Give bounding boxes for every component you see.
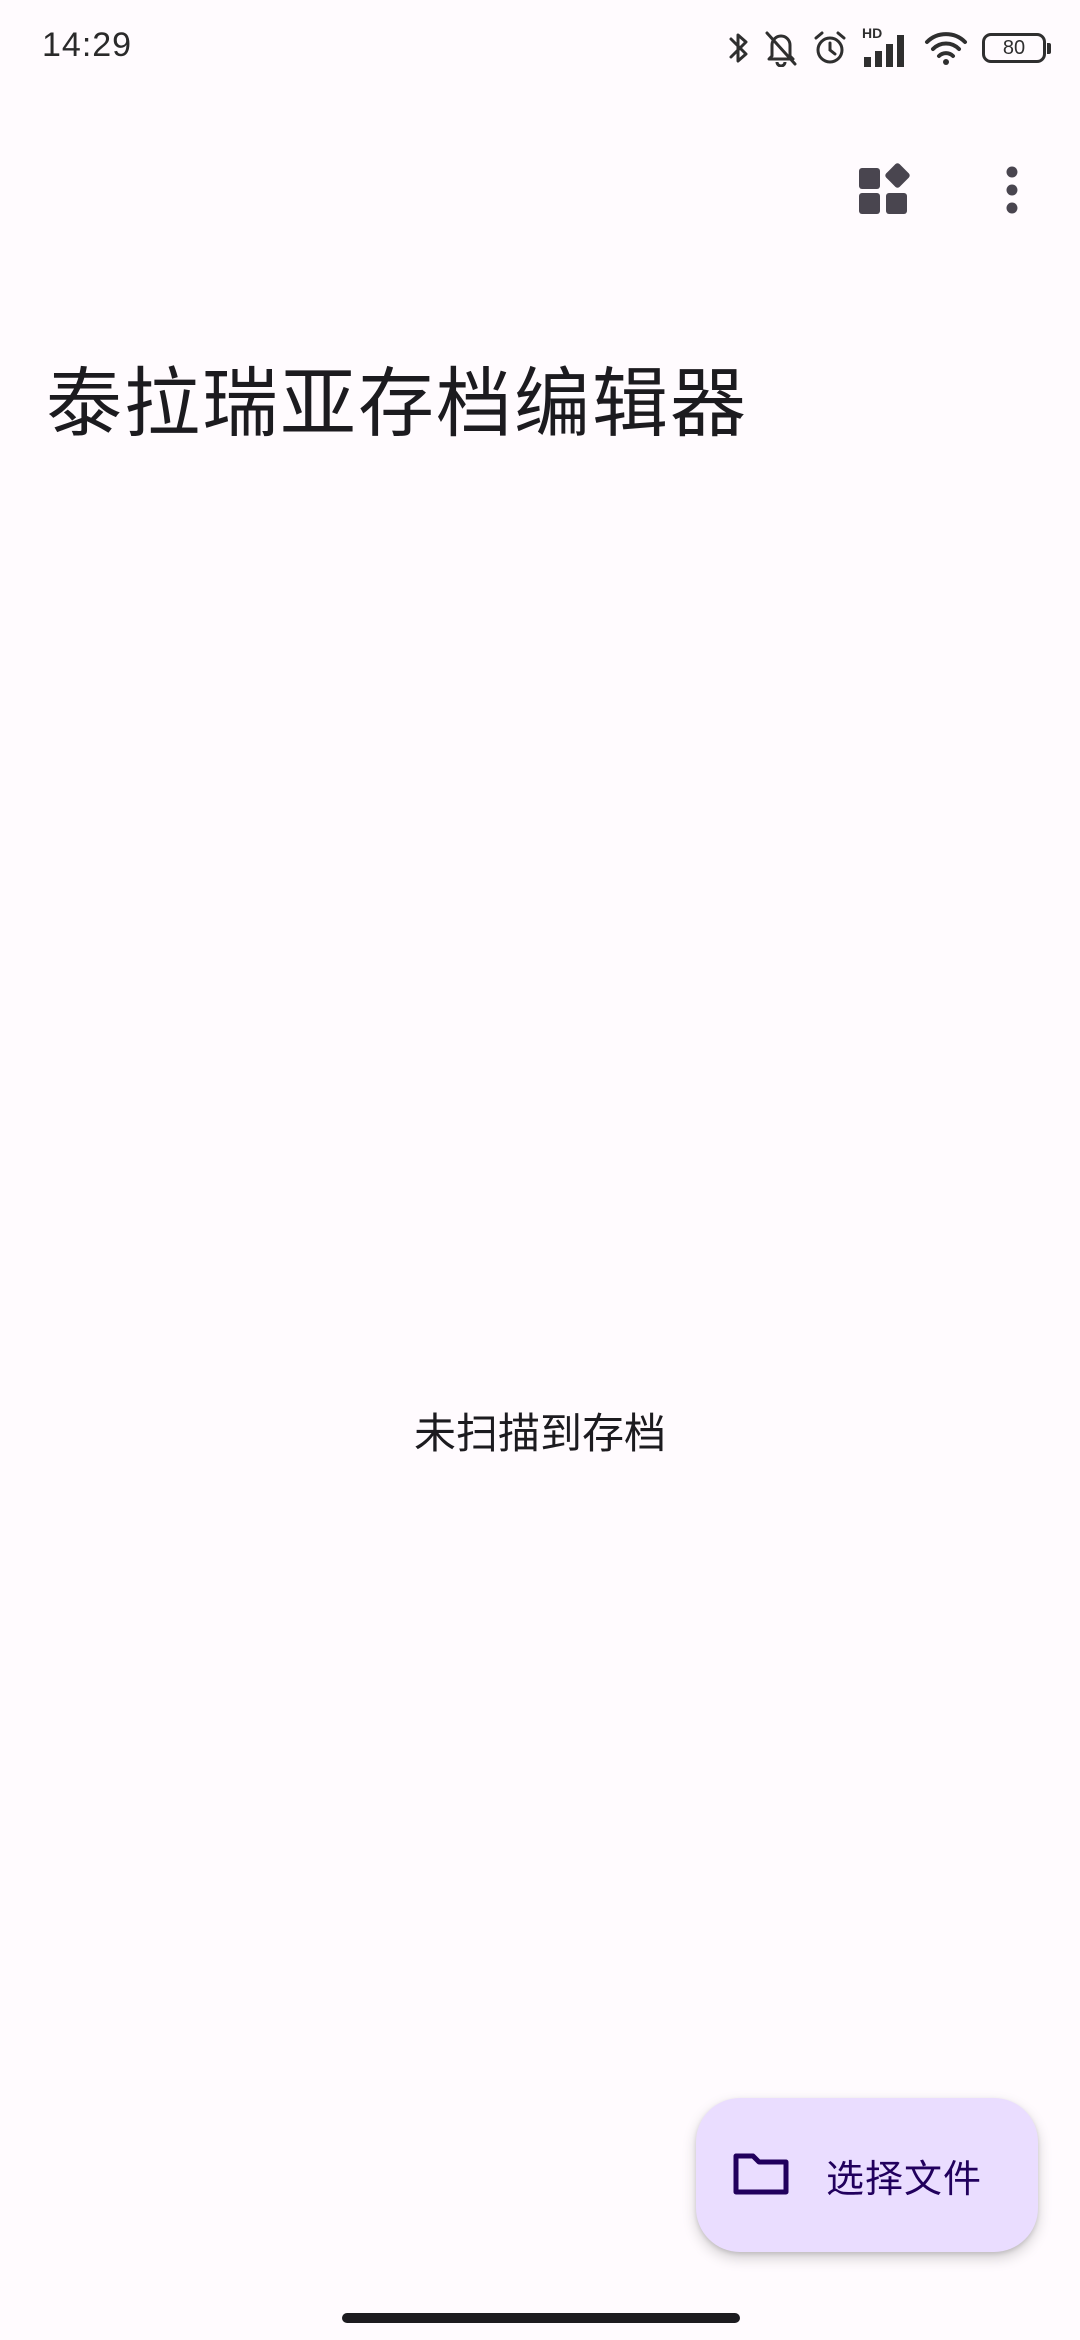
home-indicator[interactable]	[342, 2313, 740, 2323]
empty-state-message: 未扫描到存档	[413, 1409, 666, 1458]
widgets-icon	[857, 163, 911, 221]
folder-icon	[732, 2150, 790, 2200]
bell-off-icon	[764, 29, 798, 67]
signal-icon: HD	[862, 25, 910, 69]
select-file-button[interactable]: 选择文件	[696, 2098, 1038, 2252]
status-bar: 14:29 HD 80	[0, 0, 1080, 96]
wifi-icon	[924, 30, 968, 66]
alarm-icon	[812, 29, 848, 67]
status-icons: HD 80	[728, 24, 1054, 72]
widgets-button[interactable]	[840, 148, 928, 236]
battery-level: 80	[1002, 36, 1026, 59]
app-bar-actions	[840, 148, 1056, 236]
bluetooth-icon	[728, 30, 750, 66]
status-time: 14:29	[42, 26, 133, 64]
more-vert-icon	[1004, 165, 1020, 219]
page-title: 泰拉瑞亚存档编辑器	[46, 359, 748, 448]
battery-icon: 80	[982, 33, 1051, 63]
more-options-button[interactable]	[968, 148, 1056, 236]
select-file-label: 选择文件	[826, 2156, 983, 2201]
